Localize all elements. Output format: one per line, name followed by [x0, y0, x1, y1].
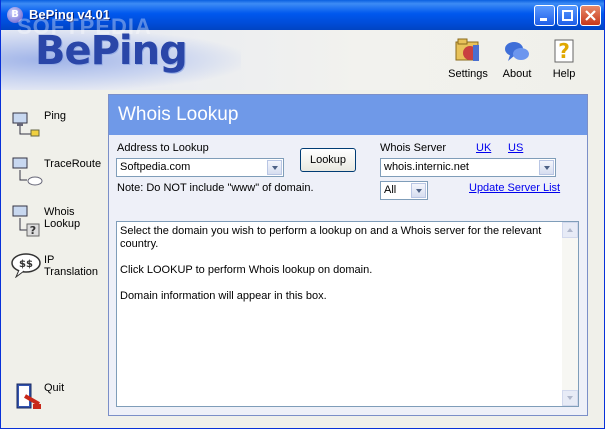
update-server-list-link[interactable]: Update Server List — [469, 182, 560, 194]
svg-text:?: ? — [30, 224, 36, 237]
quit-label: Quit — [44, 382, 65, 394]
output-line: Click LOOKUP to perform Whois lookup on … — [120, 264, 373, 276]
www-note: Note: Do NOT include "www" of domain. — [117, 182, 314, 194]
close-button[interactable] — [580, 5, 601, 26]
traceroute-network-icon — [12, 157, 43, 186]
sidebar-item-label: Ping — [44, 110, 67, 122]
settings-label: Settings — [448, 68, 488, 80]
region-filter-combobox[interactable]: All — [380, 181, 428, 200]
close-icon — [585, 10, 596, 21]
address-combobox[interactable]: Softpedia.com — [116, 158, 284, 177]
address-value: Softpedia.com — [120, 161, 191, 173]
sidebar-item-traceroute[interactable]: TraceRoute — [11, 156, 106, 192]
svg-text:?: ? — [558, 39, 570, 63]
chevron-down-icon[interactable] — [267, 160, 282, 175]
address-label: Address to Lookup — [117, 142, 209, 154]
chevron-down-icon[interactable] — [539, 160, 554, 175]
lookup-button[interactable]: Lookup — [300, 148, 356, 172]
exit-door-icon — [16, 383, 41, 409]
maximize-icon — [562, 10, 573, 21]
whois-output-textbox[interactable]: Select the domain you wish to perform a … — [116, 221, 579, 407]
panel-title: Whois Lookup — [118, 104, 239, 125]
whois-server-label: Whois Server — [380, 142, 447, 154]
output-line: Select the domain you wish to perform a … — [120, 225, 545, 250]
sidebar-item-label: Whois Lookup — [44, 206, 81, 230]
svg-text:$$: $$ — [19, 259, 33, 270]
help-button[interactable]: ? Help — [547, 36, 581, 80]
whois-server-value: whois.internic.net — [384, 161, 469, 173]
whois-server-combobox[interactable]: whois.internic.net — [380, 158, 556, 177]
ip-translation-icon: $$ — [11, 253, 41, 278]
settings-icon — [455, 38, 479, 61]
sidebar-item-ip-translation[interactable]: $$ IP Translation — [11, 252, 106, 288]
maximize-button[interactable] — [557, 5, 578, 26]
help-label: Help — [552, 68, 576, 80]
app-logo: BePing — [35, 28, 188, 74]
scroll-down-icon[interactable] — [562, 390, 578, 406]
panel-header: Whois Lookup — [109, 95, 587, 135]
settings-button[interactable]: Settings — [445, 36, 491, 80]
quit-button[interactable]: Quit — [11, 380, 81, 414]
sidebar-item-label: TraceRoute — [44, 158, 102, 170]
chat-bubbles-icon — [505, 42, 529, 61]
scroll-up-icon[interactable] — [562, 222, 578, 238]
output-scrollbar[interactable] — [562, 222, 578, 406]
chevron-down-icon[interactable] — [411, 183, 426, 198]
output-line: Domain information will appear in this b… — [120, 290, 327, 302]
sidebar-item-label: IP Translation — [44, 254, 99, 278]
uk-server-link[interactable]: UK — [476, 142, 491, 154]
whois-lookup-icon: ? — [12, 205, 40, 237]
minimize-button[interactable] — [534, 5, 555, 26]
about-label: About — [502, 68, 532, 80]
sidebar-item-ping[interactable]: Ping — [11, 108, 91, 144]
help-question-icon: ? — [554, 39, 574, 63]
region-filter-value: All — [384, 184, 397, 196]
minimize-icon — [540, 18, 547, 21]
app-window: B BePing v4.01 SOFTPEDIA BePing Settings — [0, 0, 605, 429]
sidebar-item-whois-lookup[interactable]: ? Whois Lookup — [11, 204, 91, 244]
ping-network-icon — [12, 112, 40, 137]
us-server-link[interactable]: US — [508, 142, 523, 154]
about-button[interactable]: About — [497, 36, 537, 80]
